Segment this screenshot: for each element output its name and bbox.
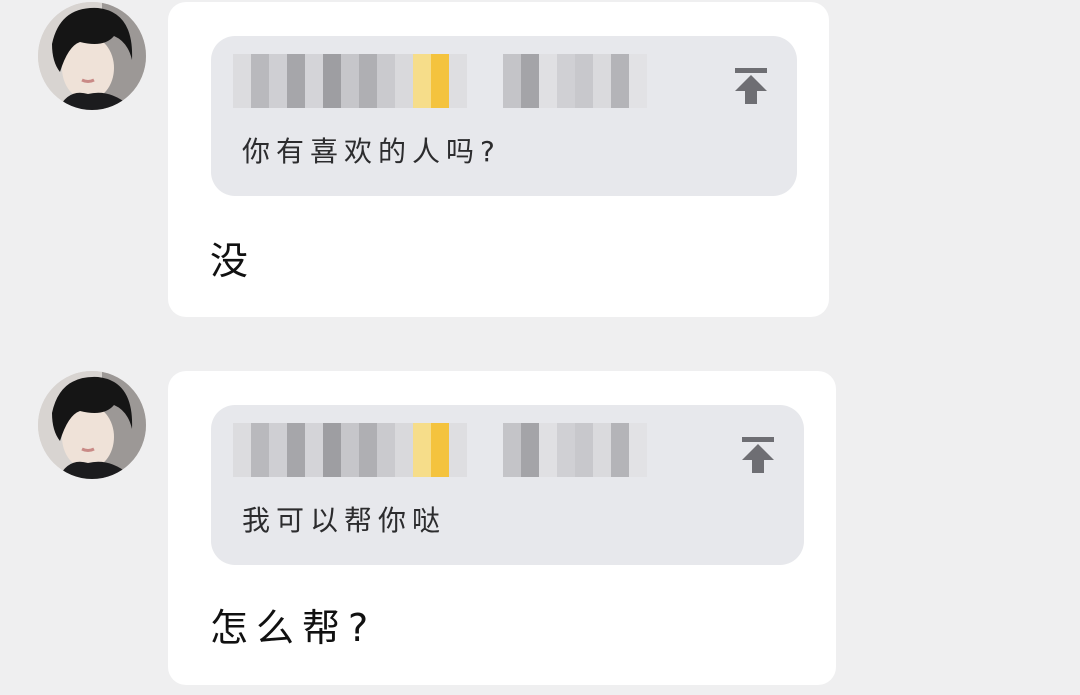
quoted-message[interactable]: 我可以帮你哒 bbox=[211, 405, 804, 565]
blurred-sender-name bbox=[233, 54, 647, 108]
avatar[interactable] bbox=[38, 371, 146, 479]
arrow-up-to-top-icon[interactable] bbox=[731, 66, 771, 110]
avatar[interactable] bbox=[38, 2, 146, 110]
quoted-message-text: 我可以帮你哒 bbox=[242, 504, 447, 537]
quoted-message[interactable]: 你有喜欢的人吗? bbox=[211, 36, 797, 196]
message-text: 没 bbox=[210, 239, 257, 283]
blurred-sender-name bbox=[233, 423, 647, 477]
chat-message: 你有喜欢的人吗? 没 bbox=[0, 0, 1080, 330]
message-bubble[interactable]: 我可以帮你哒 怎么帮? bbox=[168, 371, 836, 685]
message-bubble[interactable]: 你有喜欢的人吗? 没 bbox=[168, 2, 829, 317]
message-text: 怎么帮? bbox=[210, 606, 377, 650]
avatar-photo bbox=[38, 371, 146, 479]
arrow-up-to-top-icon[interactable] bbox=[738, 435, 778, 479]
quoted-message-text: 你有喜欢的人吗? bbox=[242, 135, 501, 168]
chat-message: 我可以帮你哒 怎么帮? bbox=[0, 370, 1080, 695]
avatar-photo bbox=[38, 2, 146, 110]
